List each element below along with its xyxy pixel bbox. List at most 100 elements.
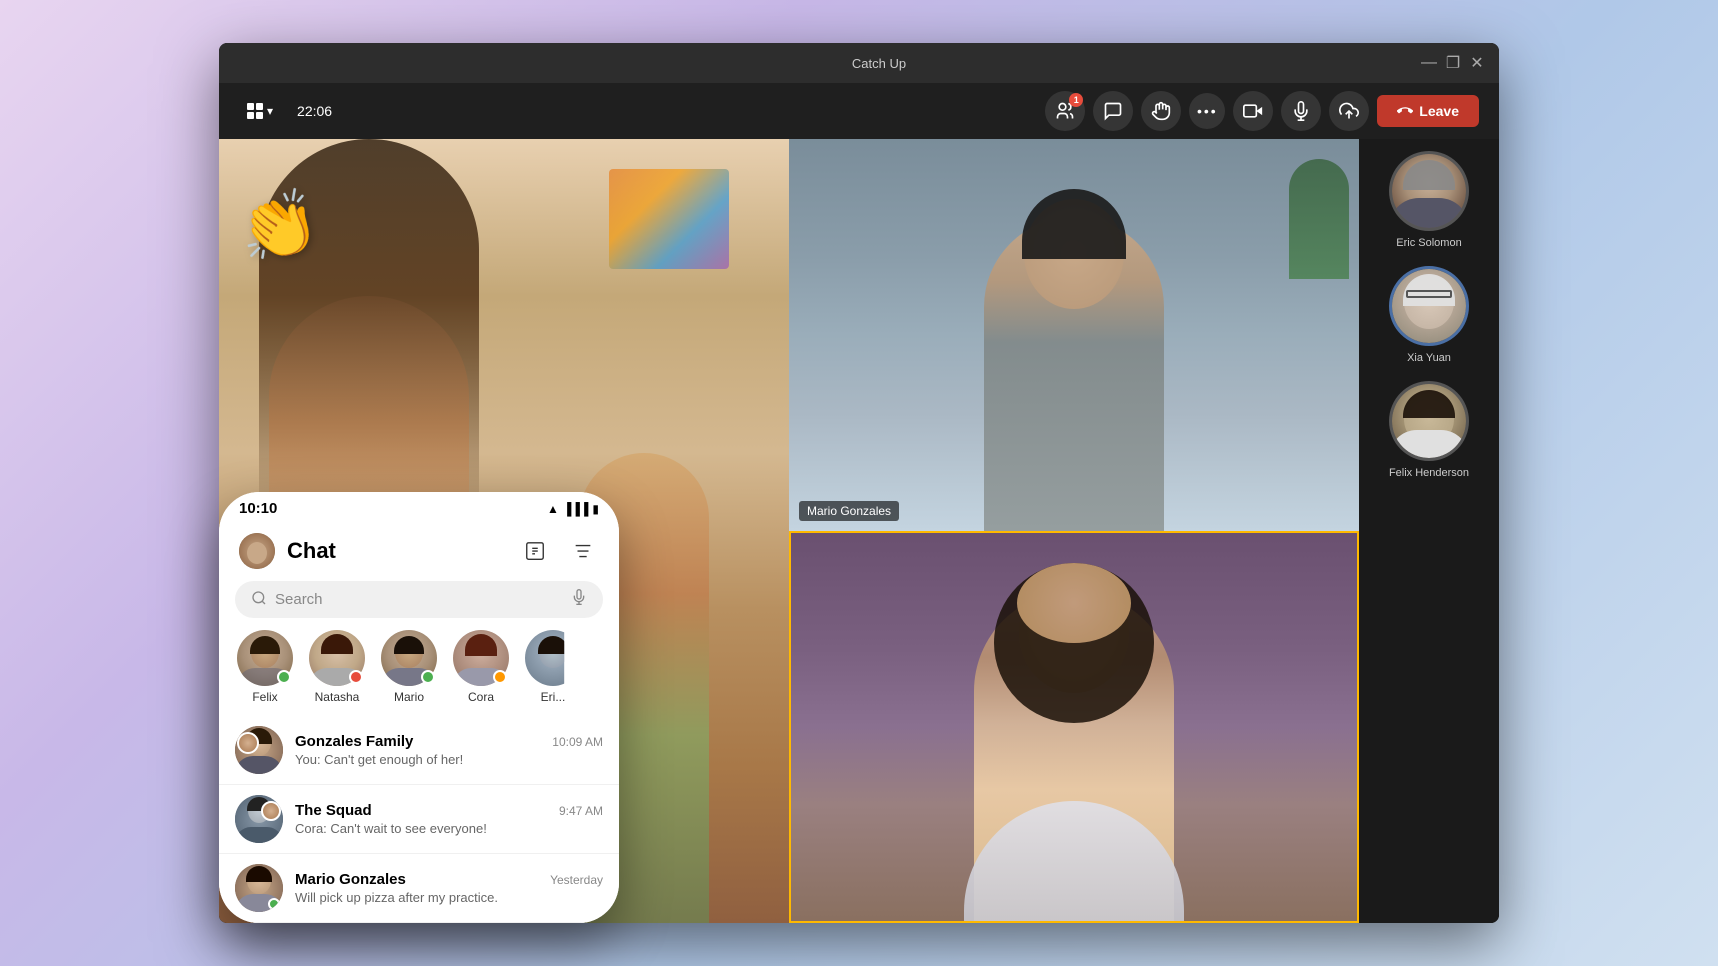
search-icon	[251, 590, 267, 609]
cora-avatar	[453, 630, 509, 686]
chevron-down-icon: ▾	[267, 104, 273, 118]
mario-video-cell: Mario Gonzales	[789, 139, 1359, 531]
user-avatar-small	[239, 533, 275, 569]
video-toggle-button[interactable]	[1233, 91, 1273, 131]
chat-gonzales-family[interactable]: Gonzales Family 10:09 AM You: Can't get …	[219, 716, 619, 785]
clapping-emoji: 👏	[233, 183, 325, 271]
compose-button[interactable]	[519, 535, 551, 567]
mic-icon	[1291, 101, 1311, 121]
mario-contact-name: Mario	[394, 690, 424, 704]
raise-hand-button[interactable]	[1141, 91, 1181, 131]
participant-felix-h[interactable]: Felix Henderson	[1389, 381, 1469, 480]
toolbar-right: 1 •••	[1045, 91, 1479, 131]
restore-button[interactable]: ❐	[1447, 57, 1459, 69]
squad-content: The Squad 9:47 AM Cora: Can't wait to se…	[295, 802, 603, 836]
contact-natasha[interactable]: Natasha	[307, 630, 367, 704]
video-icon	[1243, 101, 1263, 121]
eri-contact-name: Eri...	[541, 690, 566, 704]
toolbar-left: ▾ 22:06	[239, 99, 1033, 123]
leave-phone-icon	[1397, 103, 1413, 119]
participants-button[interactable]: 1	[1045, 91, 1085, 131]
felix-contact-name: Felix	[252, 690, 277, 704]
mario-chat-name: Mario Gonzales	[295, 871, 406, 888]
squad-avatar	[235, 795, 283, 843]
eric-name: Eric Solomon	[1396, 237, 1461, 250]
felix-avatar	[237, 630, 293, 686]
grid-icon	[247, 103, 263, 119]
felix-h-name: Felix Henderson	[1389, 467, 1469, 480]
participant-xia[interactable]: Xia Yuan	[1389, 266, 1469, 365]
mario-video-content	[789, 139, 1359, 531]
call-timer: 22:06	[297, 103, 332, 119]
natasha-status	[349, 670, 363, 684]
gonzales-family-name: Gonzales Family	[295, 733, 413, 750]
chat-list: Gonzales Family 10:09 AM You: Can't get …	[219, 716, 619, 923]
raise-hand-icon	[1151, 101, 1171, 121]
mario-name-tag: Mario Gonzales	[799, 501, 899, 521]
phone-header-left: Chat	[239, 533, 336, 569]
minimize-button[interactable]: —	[1423, 57, 1435, 69]
close-button[interactable]: ✕	[1471, 57, 1483, 69]
felix-h-avatar	[1389, 381, 1469, 461]
signal-icon: ▐▐▐	[563, 502, 589, 516]
cora-contact-name: Cora	[468, 690, 494, 704]
phone-overlay: 10:10 ▲ ▐▐▐ ▮ Chat	[219, 492, 619, 923]
share-screen-icon	[1339, 101, 1359, 121]
leave-button[interactable]: Leave	[1377, 95, 1479, 127]
chat-the-squad[interactable]: The Squad 9:47 AM Cora: Can't wait to se…	[219, 785, 619, 854]
bottom-right-video-content	[791, 533, 1357, 921]
squad-time: 9:47 AM	[559, 804, 603, 818]
eric-avatar	[1389, 151, 1469, 231]
wifi-icon: ▲	[547, 502, 559, 516]
mario-chat-preview: Will pick up pizza after my practice.	[295, 890, 603, 905]
search-input[interactable]: Search	[275, 591, 563, 608]
mario-chat-time: Yesterday	[550, 873, 603, 887]
filter-button[interactable]	[567, 535, 599, 567]
share-screen-button[interactable]	[1329, 91, 1369, 131]
phone-status-icons: ▲ ▐▐▐ ▮	[547, 502, 599, 516]
notification-badge: 1	[1069, 93, 1083, 107]
window-title: Catch Up	[852, 56, 906, 71]
participant-eric[interactable]: Eric Solomon	[1389, 151, 1469, 250]
leave-label: Leave	[1419, 103, 1459, 119]
participants-sidebar: Eric Solomon Xia Yuan	[1359, 139, 1499, 923]
mario-chat-content: Mario Gonzales Yesterday Will pick up pi…	[295, 871, 603, 905]
natasha-contact-name: Natasha	[315, 690, 360, 704]
gonzales-family-content: Gonzales Family 10:09 AM You: Can't get …	[295, 733, 603, 767]
contacts-row: Felix Natasha	[219, 630, 619, 716]
xia-name: Xia Yuan	[1407, 352, 1451, 365]
bottom-right-video-cell	[789, 531, 1359, 923]
mic-toggle-button[interactable]	[1281, 91, 1321, 131]
mario-contact-status	[421, 670, 435, 684]
contact-eri[interactable]: Eri...	[523, 630, 583, 704]
mario-contact-avatar	[381, 630, 437, 686]
mic-search-icon[interactable]	[571, 589, 587, 610]
xia-avatar	[1389, 266, 1469, 346]
gonzales-family-preview: You: Can't get enough of her!	[295, 752, 603, 767]
window-controls: — ❐ ✕	[1423, 57, 1483, 69]
phone-status-bar: 10:10 ▲ ▐▐▐ ▮	[219, 492, 619, 521]
phone-header-icons	[519, 535, 599, 567]
view-toggle-button[interactable]: ▾	[239, 99, 281, 123]
squad-preview: Cora: Can't wait to see everyone!	[295, 821, 603, 836]
contact-felix[interactable]: Felix	[235, 630, 295, 704]
chat-icon	[1103, 101, 1123, 121]
more-options-button[interactable]: •••	[1189, 93, 1225, 129]
squad-name: The Squad	[295, 802, 372, 819]
title-bar: Catch Up — ❐ ✕	[219, 43, 1499, 83]
battery-icon: ▮	[592, 502, 599, 516]
cora-status	[493, 670, 507, 684]
contact-mario[interactable]: Mario	[379, 630, 439, 704]
phone-time: 10:10	[239, 500, 277, 517]
eri-avatar	[525, 630, 581, 686]
gonzales-family-time: 10:09 AM	[552, 735, 603, 749]
phone-search[interactable]: Search	[235, 581, 603, 618]
chat-button[interactable]	[1093, 91, 1133, 131]
compose-icon	[524, 540, 546, 562]
felix-status	[277, 670, 291, 684]
natasha-avatar	[309, 630, 365, 686]
call-toolbar: ▾ 22:06 1	[219, 83, 1499, 139]
chat-mario-gonzales[interactable]: Mario Gonzales Yesterday Will pick up pi…	[219, 854, 619, 923]
chat-title: Chat	[287, 538, 336, 564]
contact-cora[interactable]: Cora	[451, 630, 511, 704]
